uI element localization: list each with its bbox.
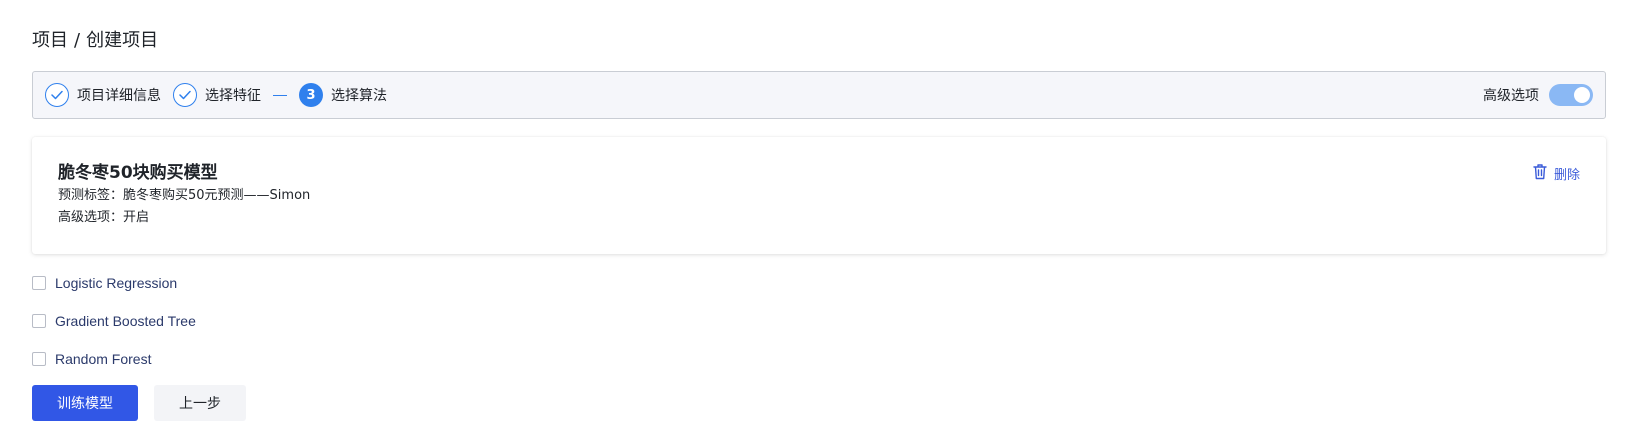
- algorithm-checkbox[interactable]: [32, 314, 46, 328]
- page: 项目 / 创建项目 项目详细信息 选择特征 3 选择算法 高级选项 脆冬枣50块…: [0, 0, 1627, 442]
- step-label: 项目详细信息: [77, 88, 161, 104]
- toggle-knob: [1574, 87, 1590, 103]
- prediction-label-row: 预测标签：脆冬枣购买50元预测——Simon: [58, 185, 1580, 207]
- breadcrumb-separator: /: [74, 30, 81, 51]
- previous-step-button[interactable]: 上一步: [154, 385, 246, 421]
- step-number: 3: [299, 83, 323, 107]
- step-select-algorithm[interactable]: 3 选择算法: [299, 83, 387, 107]
- breadcrumb-current: 创建项目: [86, 30, 159, 51]
- prediction-label-key: 预测标签：: [58, 188, 124, 203]
- step-label: 选择算法: [331, 88, 387, 104]
- breadcrumb: 项目 / 创建项目: [32, 28, 158, 54]
- algorithm-option[interactable]: Logistic Regression: [32, 272, 196, 294]
- algorithm-list: Logistic Regression Gradient Boosted Tre…: [32, 272, 196, 386]
- advanced-options-control: 高级选项: [1483, 84, 1593, 106]
- algorithm-label: Logistic Regression: [55, 275, 178, 291]
- algorithm-option[interactable]: Random Forest: [32, 348, 196, 370]
- breadcrumb-parent[interactable]: 项目: [32, 28, 68, 54]
- advanced-options-toggle[interactable]: [1549, 84, 1593, 106]
- algorithm-option[interactable]: Gradient Boosted Tree: [32, 310, 196, 332]
- steps-bar: 项目详细信息 选择特征 3 选择算法 高级选项: [32, 71, 1606, 119]
- check-icon: [173, 83, 197, 107]
- trash-icon: [1532, 163, 1548, 184]
- step-label: 选择特征: [205, 88, 261, 104]
- check-icon: [45, 83, 69, 107]
- advanced-options-key: 高级选项：: [58, 210, 124, 225]
- delete-label: 删除: [1553, 168, 1580, 183]
- step-select-features[interactable]: 选择特征: [173, 83, 261, 107]
- step-connector: [273, 94, 287, 96]
- model-card: 脆冬枣50块购买模型 预测标签：脆冬枣购买50元预测——Simon 高级选项：开…: [32, 137, 1606, 254]
- algorithm-checkbox[interactable]: [32, 276, 46, 290]
- train-model-button[interactable]: 训练模型: [32, 385, 138, 421]
- algorithm-label: Gradient Boosted Tree: [55, 313, 196, 329]
- action-buttons: 训练模型 上一步: [32, 385, 246, 421]
- delete-button[interactable]: 删除: [1532, 163, 1580, 184]
- model-title: 脆冬枣50块购买模型: [58, 163, 218, 183]
- advanced-options-row: 高级选项：开启: [58, 207, 1580, 229]
- advanced-options-value: 开启: [123, 210, 150, 225]
- advanced-options-label: 高级选项: [1483, 88, 1539, 104]
- algorithm-checkbox[interactable]: [32, 352, 46, 366]
- prediction-label-value: 脆冬枣购买50元预测——Simon: [123, 188, 311, 203]
- algorithm-label: Random Forest: [55, 351, 152, 367]
- step-project-details[interactable]: 项目详细信息: [45, 83, 161, 107]
